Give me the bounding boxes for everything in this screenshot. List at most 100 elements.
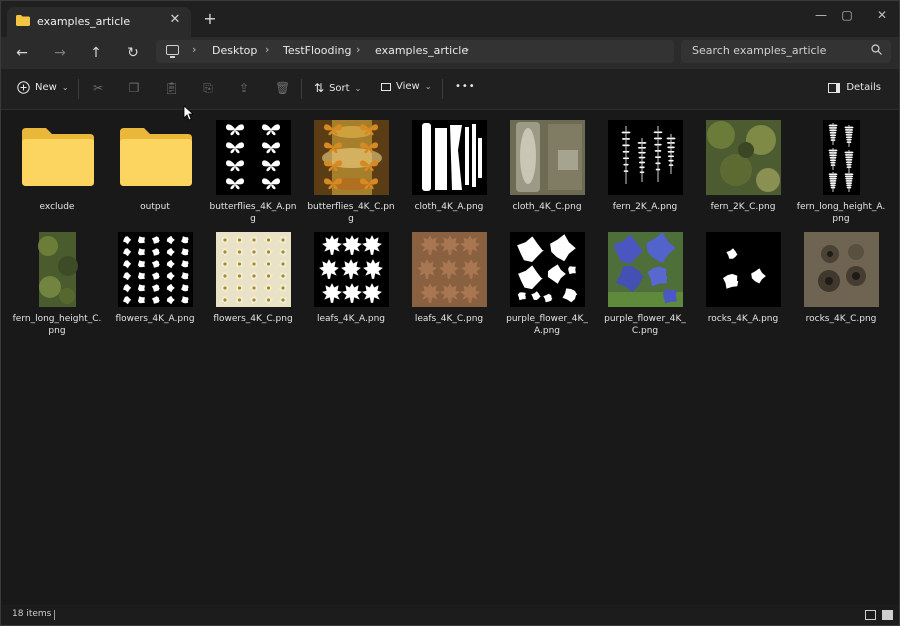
file-item[interactable]: rocks_4K_C.png xyxy=(796,222,886,330)
image-thumbnail xyxy=(510,232,585,307)
image-thumbnail xyxy=(706,232,781,307)
copy-icon[interactable]: ❐ xyxy=(127,81,141,95)
add-circle-icon xyxy=(17,81,30,94)
file-explorer-window: examples_article ✕ + — ▢ ✕ ← → ↑ ↻ › Des… xyxy=(0,0,900,626)
file-item[interactable]: butterflies_4K_C.png xyxy=(306,110,396,224)
file-item[interactable]: fern_long_height_C.png xyxy=(12,222,102,336)
forward-button[interactable]: → xyxy=(49,43,71,63)
image-thumbnail xyxy=(608,232,683,307)
close-window-button[interactable]: ✕ xyxy=(867,5,897,25)
view-button[interactable]: View ⌄ xyxy=(381,81,431,92)
folder-item[interactable]: exclude xyxy=(12,110,102,218)
large-icons-view-icon[interactable] xyxy=(882,610,893,620)
details-pane-icon xyxy=(828,82,841,93)
status-bar: 18 items xyxy=(1,605,899,625)
file-thumbnail xyxy=(804,232,879,307)
file-item[interactable]: fern_long_height_A.png xyxy=(796,110,886,224)
file-item[interactable]: fern_2K_A.png xyxy=(600,110,690,218)
maximize-button[interactable]: ▢ xyxy=(832,5,862,25)
file-item[interactable]: cloth_4K_C.png xyxy=(502,110,592,218)
share-icon[interactable]: ⇪ xyxy=(237,81,251,95)
file-item[interactable]: flowers_4K_A.png xyxy=(110,222,200,330)
image-thumbnail xyxy=(706,120,781,195)
mouse-cursor-icon xyxy=(183,105,193,121)
view-label: View xyxy=(396,81,420,92)
search-placeholder: Search examples_article xyxy=(692,44,827,57)
file-thumbnail xyxy=(216,232,291,307)
sort-label: Sort xyxy=(329,82,350,94)
file-thumbnail xyxy=(412,232,487,307)
folder-thumbnail xyxy=(20,120,95,195)
file-name: purple_flower_4K_A.png xyxy=(506,314,588,336)
file-item[interactable]: leafs_4K_C.png xyxy=(404,222,494,330)
separator xyxy=(442,79,443,99)
command-bar: New ⌄ ✂ ❐ 📋︎ ⎘ ⇪ 🗑︎ ⇅ Sort ⌄ View ⌄ ••• … xyxy=(1,69,899,110)
file-name: fern_2K_C.png xyxy=(710,202,776,212)
breadcrumb-desktop[interactable]: Desktop xyxy=(212,44,257,57)
file-thumbnail xyxy=(314,232,389,307)
file-item[interactable]: flowers_4K_C.png xyxy=(208,222,298,330)
folder-icon xyxy=(22,128,94,186)
up-button[interactable]: ↑ xyxy=(85,43,107,63)
file-item[interactable]: butterflies_4K_A.png xyxy=(208,110,298,224)
chevron-down-icon: ⌄ xyxy=(354,83,362,93)
sort-icon: ⇅ xyxy=(314,81,325,95)
file-name: leafs_4K_C.png xyxy=(414,314,484,324)
file-name: cloth_4K_C.png xyxy=(512,202,582,212)
image-thumbnail xyxy=(216,232,291,307)
file-thumbnail xyxy=(118,232,193,307)
search-box[interactable]: Search examples_article xyxy=(681,40,891,63)
file-item[interactable]: rocks_4K_A.png xyxy=(698,222,788,330)
cut-icon[interactable]: ✂ xyxy=(91,81,105,95)
status-separator xyxy=(54,610,55,620)
file-thumbnail xyxy=(510,232,585,307)
view-icon xyxy=(381,82,391,91)
image-thumbnail xyxy=(804,232,879,307)
file-name: fern_long_height_C.png xyxy=(12,314,102,336)
image-thumbnail xyxy=(118,232,193,307)
back-button[interactable]: ← xyxy=(11,43,33,63)
image-thumbnail xyxy=(216,120,291,195)
file-name: rocks_4K_A.png xyxy=(707,314,779,324)
image-thumbnail xyxy=(412,232,487,307)
navigation-bar: ← → ↑ ↻ › Desktop › TestFlooding › examp… xyxy=(1,37,899,69)
new-button[interactable]: New ⌄ xyxy=(17,81,69,94)
title-bar: examples_article ✕ + — ▢ ✕ xyxy=(1,1,899,37)
search-icon xyxy=(871,44,882,55)
file-item[interactable]: fern_2K_C.png xyxy=(698,110,788,218)
refresh-button[interactable]: ↻ xyxy=(122,43,144,63)
file-name: purple_flower_4K_C.png xyxy=(604,314,686,336)
file-item[interactable]: purple_flower_4K_C.png xyxy=(600,222,690,336)
separator xyxy=(301,79,302,99)
file-thumbnail xyxy=(706,232,781,307)
file-thumbnail xyxy=(412,120,487,195)
tab-examples-article[interactable]: examples_article ✕ xyxy=(7,7,191,37)
chevron-right-icon: › xyxy=(356,43,361,56)
folder-icon xyxy=(120,128,192,186)
file-item[interactable]: cloth_4K_A.png xyxy=(404,110,494,218)
file-thumbnail xyxy=(20,232,95,307)
folder-thumbnail xyxy=(118,120,193,195)
address-bar[interactable]: › Desktop › TestFlooding › examples_arti… xyxy=(156,40,674,63)
file-name: cloth_4K_A.png xyxy=(414,202,484,212)
breadcrumb-testflooding[interactable]: TestFlooding xyxy=(283,44,352,57)
delete-icon[interactable]: 🗑︎ xyxy=(275,81,290,95)
details-view-icon[interactable] xyxy=(865,610,876,620)
more-options-button[interactable]: ••• xyxy=(455,81,476,92)
file-name: flowers_4K_A.png xyxy=(115,314,195,324)
rename-icon[interactable]: ⎘ xyxy=(201,81,215,95)
breadcrumb-examples-article[interactable]: examples_article xyxy=(375,44,468,57)
file-item[interactable]: purple_flower_4K_A.png xyxy=(502,222,592,336)
file-name: fern_2K_A.png xyxy=(612,202,678,212)
folder-item[interactable]: output xyxy=(110,110,200,218)
details-label: Details xyxy=(846,82,881,93)
this-pc-icon xyxy=(166,45,179,58)
sort-button[interactable]: ⇅ Sort ⌄ xyxy=(314,81,361,95)
file-item[interactable]: leafs_4K_A.png xyxy=(306,222,396,330)
file-thumbnail xyxy=(314,120,389,195)
close-tab-icon[interactable]: ✕ xyxy=(167,12,183,27)
file-name: rocks_4K_C.png xyxy=(805,314,877,324)
new-tab-button[interactable]: + xyxy=(201,10,219,28)
details-button[interactable]: Details xyxy=(828,82,881,93)
paste-icon[interactable]: 📋︎ xyxy=(164,81,179,95)
